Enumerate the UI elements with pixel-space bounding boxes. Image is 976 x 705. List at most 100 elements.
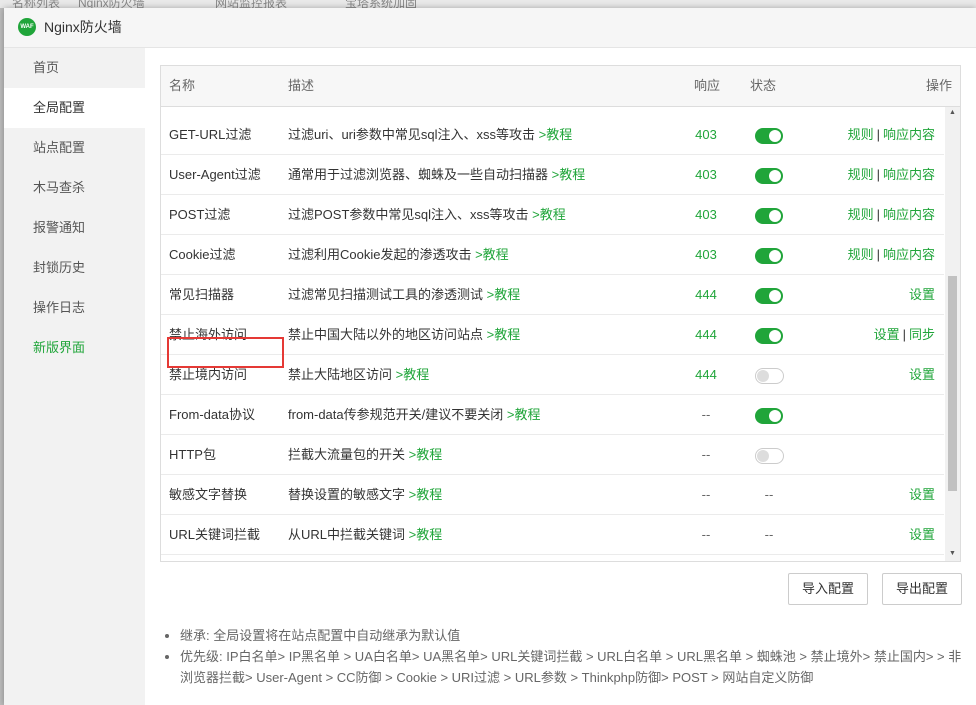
status-toggle[interactable] [755,207,783,224]
rule-ops: 规则 | 响应内容 [848,155,935,194]
rule-desc: 禁止中国大陆以外的地区访问站点 [288,327,484,342]
rule-status [739,155,799,194]
toggle-knob [769,209,781,222]
rule-status [739,355,799,394]
rule-response: 444 [695,327,717,342]
ops-link[interactable]: 响应内容 [883,167,935,182]
ops-link[interactable]: 规则 [848,127,874,142]
import-config-button[interactable]: 导入配置 [788,573,869,605]
rule-response: 403 [695,247,717,262]
ops-link[interactable]: 同步 [909,327,935,342]
tutorial-link[interactable]: >教程 [487,287,521,302]
dialog-titlebar: WAF Nginx防火墙 [4,8,976,48]
waf-logo-icon: WAF [18,18,36,36]
tutorial-link[interactable]: >教程 [507,407,541,422]
rule-desc-cell: 拦截文本内违禁的文字或词语 >教程 [288,555,494,561]
background-window-tabs: 名称列表 Nginx防火墙 网站监控报表 宝塔系统加固 [0,0,976,8]
ops-link[interactable]: 规则 [848,247,874,262]
rule-response: -- [701,447,711,462]
status-toggle[interactable] [755,327,783,344]
rule-name: From-data协议 [169,407,255,422]
ops-link[interactable]: 规则 [848,207,874,222]
ops-link[interactable]: 规则 [848,167,874,182]
tutorial-link[interactable]: >教程 [396,367,430,382]
table-row: GET-URL过滤 过滤uri、uri参数中常见sql注入、xss等攻击 >教程 4… [161,115,944,155]
sidebar-item-block-history[interactable]: 封锁历史 [4,248,145,288]
rule-status [739,275,799,314]
rule-desc: 过滤利用Cookie发起的渗透攻击 [288,247,472,262]
export-config-button[interactable]: 导出配置 [882,573,963,605]
rule-response: 444 [695,287,717,302]
table-header: 名称 描述 响应 状态 操作 [161,66,960,107]
rule-desc: 过滤常见扫描测试工具的渗透测试 [288,287,484,302]
rule-response: -- [701,527,711,542]
ops-link[interactable]: 响应内容 [883,247,935,262]
tutorial-link[interactable]: >教程 [532,207,566,222]
status-toggle[interactable] [754,447,784,464]
rule-desc-cell: 禁止中国大陆以外的地区访问站点 >教程 [288,315,520,354]
rule-response: 403 [695,127,717,142]
rule-desc: 过滤POST参数中常见sql注入、xss等攻击 [288,207,529,222]
sidebar-item-alerts[interactable]: 报警通知 [4,208,145,248]
sidebar-item-global-config[interactable]: 全局配置 [4,88,145,128]
tutorial-link[interactable]: >教程 [409,487,443,502]
ops-link[interactable]: 响应内容 [883,127,935,142]
ops-link[interactable]: 设置 [909,287,935,302]
rule-name: GET-URL过滤 [169,127,252,142]
status-text: -- [764,527,774,542]
bg-tab-2: Nginx防火墙 [78,0,145,8]
sidebar-item-new-ui[interactable]: 新版界面 [4,328,145,368]
status-toggle[interactable] [754,367,784,384]
rule-desc-cell: 拦截大流量包的开关 >教程 [288,435,442,474]
ops-link[interactable]: 响应内容 [883,207,935,222]
sidebar-item-operation-log[interactable]: 操作日志 [4,288,145,328]
rule-response: -- [701,407,711,422]
ops-link[interactable]: 设置 [874,327,900,342]
scroll-up-icon[interactable]: ▲ [945,106,960,120]
rule-desc-cell: 过滤常见扫描测试工具的渗透测试 >教程 [288,275,520,314]
status-toggle[interactable] [755,287,783,304]
ops-link[interactable]: 设置 [909,487,935,502]
status-toggle[interactable] [755,407,783,424]
tutorial-link[interactable]: >教程 [539,127,573,142]
ops-link[interactable]: 设置 [909,367,935,382]
table-row: User-Agent过滤 通常用于过滤浏览器、蜘蛛及一些自动扫描器 >教程 403 规… [161,155,944,195]
sidebar-item-home[interactable]: 首页 [4,48,145,88]
toggle-knob [769,129,781,142]
rule-desc-cell: from-data传参规范开关/建议不要关闭 >教程 [288,395,540,434]
sidebar-item-trojan-scan[interactable]: 木马查杀 [4,168,145,208]
tutorial-link[interactable]: >教程 [475,247,509,262]
rule-desc: 通常用于过滤浏览器、蜘蛛及一些自动扫描器 [288,167,549,182]
rule-desc: 从URL中拦截关键词 [288,527,406,542]
ops-separator: | [876,247,880,262]
status-toggle[interactable] [755,247,783,264]
note-inherit: 继承: 全局设置将在站点配置中自动继承为默认值 [180,625,962,646]
tutorial-link[interactable]: >教程 [409,447,443,462]
tutorial-link[interactable]: >教程 [409,527,443,542]
notes-section: 继承: 全局设置将在站点配置中自动继承为默认值 优先级: IP白名单> IP黑名… [162,625,962,688]
rule-name: User-Agent过滤 [169,167,261,182]
tutorial-link[interactable]: >教程 [487,327,521,342]
rule-response: 444 [695,367,717,382]
header-resp: 响应 [694,78,721,93]
scroll-thumb[interactable] [948,276,957,491]
status-toggle[interactable] [755,127,783,144]
table-row: HTTP包 拦截大流量包的开关 >教程 -- [161,435,944,475]
tutorial-link[interactable]: >教程 [552,167,586,182]
ops-link[interactable]: 设置 [909,527,935,542]
table-scrollbar[interactable]: ▲ ▼ [945,106,960,561]
rule-name: POST过滤 [169,207,231,222]
rule-response: -- [676,555,736,561]
ops-separator: | [876,127,880,142]
rule-name: 违禁词拦截 [169,555,234,561]
rule-desc: 替换设置的敏感文字 [288,487,406,502]
bg-tab-1: 名称列表 [12,0,61,8]
rule-desc-cell: 从URL中拦截关键词 >教程 [288,515,442,554]
rule-status [739,235,799,274]
scroll-down-icon[interactable]: ▼ [945,547,960,561]
sidebar-item-site-config[interactable]: 站点配置 [4,128,145,168]
rule-status [739,115,799,154]
status-toggle[interactable] [755,167,783,184]
rule-status [739,395,799,434]
rule-status: -- [739,555,799,561]
